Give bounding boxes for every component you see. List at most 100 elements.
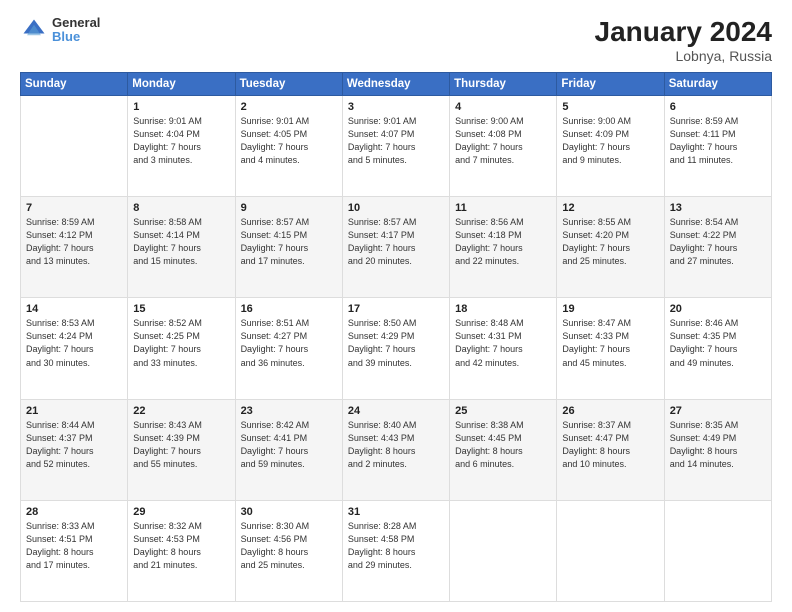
day-info: Sunrise: 8:40 AM Sunset: 4:43 PM Dayligh… [348, 419, 444, 471]
day-number: 17 [348, 303, 444, 315]
col-saturday: Saturday [664, 73, 771, 96]
calendar: Sunday Monday Tuesday Wednesday Thursday… [20, 72, 772, 602]
calendar-cell: 30Sunrise: 8:30 AM Sunset: 4:56 PM Dayli… [235, 500, 342, 601]
day-number: 6 [670, 101, 766, 113]
day-number: 15 [133, 303, 229, 315]
day-number: 26 [562, 405, 658, 417]
day-number: 9 [241, 202, 337, 214]
day-info: Sunrise: 8:38 AM Sunset: 4:45 PM Dayligh… [455, 419, 551, 471]
day-info: Sunrise: 9:01 AM Sunset: 4:04 PM Dayligh… [133, 115, 229, 167]
day-info: Sunrise: 8:54 AM Sunset: 4:22 PM Dayligh… [670, 216, 766, 268]
day-info: Sunrise: 8:56 AM Sunset: 4:18 PM Dayligh… [455, 216, 551, 268]
calendar-cell: 29Sunrise: 8:32 AM Sunset: 4:53 PM Dayli… [128, 500, 235, 601]
calendar-cell: 3Sunrise: 9:01 AM Sunset: 4:07 PM Daylig… [342, 96, 449, 197]
calendar-cell: 2 Sunrise: 9:01 AM Sunset: 4:05 PM Daylig… [235, 96, 342, 197]
day-number: 22 [133, 405, 229, 417]
calendar-week-5: 28 Sunrise: 8:33 AM Sunset: 4:51 PM Dayli… [21, 500, 772, 601]
calendar-cell: 19Sunrise: 8:47 AM Sunset: 4:33 PM Dayli… [557, 298, 664, 399]
day-info: Sunrise: 8:47 AM Sunset: 4:33 PM Dayligh… [562, 317, 658, 369]
day-info: Sunrise: 8:28 AM Sunset: 4:58 PM Dayligh… [348, 520, 444, 572]
calendar-week-1: 1 Sunrise: 9:01 AM Sunset: 4:04 PM Daylig… [21, 96, 772, 197]
day-info: Sunrise: 8:35 AM Sunset: 4:49 PM Dayligh… [670, 419, 766, 471]
col-sunday: Sunday [21, 73, 128, 96]
day-number: 8 [133, 202, 229, 214]
calendar-cell: 4 Sunrise: 9:00 AM Sunset: 4:08 PM Daylig… [450, 96, 557, 197]
day-number: 20 [670, 303, 766, 315]
day-info: Sunrise: 9:01 AM Sunset: 4:07 PM Dayligh… [348, 115, 444, 167]
day-number: 24 [348, 405, 444, 417]
calendar-table: Sunday Monday Tuesday Wednesday Thursday… [20, 72, 772, 602]
day-info: Sunrise: 8:50 AM Sunset: 4:29 PM Dayligh… [348, 317, 444, 369]
day-info: Sunrise: 8:37 AM Sunset: 4:47 PM Dayligh… [562, 419, 658, 471]
day-info: Sunrise: 8:59 AM Sunset: 4:11 PM Dayligh… [670, 115, 766, 167]
calendar-cell: 18 Sunrise: 8:48 AM Sunset: 4:31 PM Dayli… [450, 298, 557, 399]
header-row: Sunday Monday Tuesday Wednesday Thursday… [21, 73, 772, 96]
calendar-cell: 5 Sunrise: 9:00 AM Sunset: 4:09 PM Daylig… [557, 96, 664, 197]
calendar-cell: 15 Sunrise: 8:52 AM Sunset: 4:25 PM Dayli… [128, 298, 235, 399]
day-number: 23 [241, 405, 337, 417]
day-number: 4 [455, 101, 551, 113]
day-info: Sunrise: 8:44 AM Sunset: 4:37 PM Dayligh… [26, 419, 122, 471]
day-number: 7 [26, 202, 122, 214]
day-info: Sunrise: 8:32 AM Sunset: 4:53 PM Dayligh… [133, 520, 229, 572]
day-number: 30 [241, 506, 337, 518]
day-info: Sunrise: 8:52 AM Sunset: 4:25 PM Dayligh… [133, 317, 229, 369]
day-info: Sunrise: 8:33 AM Sunset: 4:51 PM Dayligh… [26, 520, 122, 572]
calendar-cell: 8 Sunrise: 8:58 AM Sunset: 4:14 PM Daylig… [128, 197, 235, 298]
header: General Blue January 2024 Lobnya, Russia [20, 16, 772, 64]
day-number: 31 [348, 506, 444, 518]
day-info: Sunrise: 8:48 AM Sunset: 4:31 PM Dayligh… [455, 317, 551, 369]
calendar-cell: 17 Sunrise: 8:50 AM Sunset: 4:29 PM Dayli… [342, 298, 449, 399]
day-number: 11 [455, 202, 551, 214]
calendar-cell: 20 Sunrise: 8:46 AM Sunset: 4:35 PM Dayli… [664, 298, 771, 399]
col-tuesday: Tuesday [235, 73, 342, 96]
day-info: Sunrise: 8:57 AM Sunset: 4:17 PM Dayligh… [348, 216, 444, 268]
month-year-title: January 2024 [595, 16, 772, 48]
calendar-cell: 6 Sunrise: 8:59 AM Sunset: 4:11 PM Daylig… [664, 96, 771, 197]
day-number: 2 [241, 101, 337, 113]
calendar-cell: 21 Sunrise: 8:44 AM Sunset: 4:37 PM Dayli… [21, 399, 128, 500]
logo-text: General Blue [52, 16, 100, 45]
calendar-cell [450, 500, 557, 601]
calendar-cell: 28 Sunrise: 8:33 AM Sunset: 4:51 PM Dayli… [21, 500, 128, 601]
calendar-week-4: 21 Sunrise: 8:44 AM Sunset: 4:37 PM Dayli… [21, 399, 772, 500]
day-number: 18 [455, 303, 551, 315]
calendar-cell: 16Sunrise: 8:51 AM Sunset: 4:27 PM Dayli… [235, 298, 342, 399]
logo-icon [20, 16, 48, 44]
day-info: Sunrise: 8:42 AM Sunset: 4:41 PM Dayligh… [241, 419, 337, 471]
calendar-cell: 14 Sunrise: 8:53 AM Sunset: 4:24 PM Dayli… [21, 298, 128, 399]
logo: General Blue [20, 16, 100, 45]
day-info: Sunrise: 9:00 AM Sunset: 4:08 PM Dayligh… [455, 115, 551, 167]
day-number: 27 [670, 405, 766, 417]
day-info: Sunrise: 8:53 AM Sunset: 4:24 PM Dayligh… [26, 317, 122, 369]
calendar-week-2: 7Sunrise: 8:59 AM Sunset: 4:12 PM Daylig… [21, 197, 772, 298]
day-number: 25 [455, 405, 551, 417]
day-number: 5 [562, 101, 658, 113]
col-thursday: Thursday [450, 73, 557, 96]
calendar-week-3: 14 Sunrise: 8:53 AM Sunset: 4:24 PM Dayli… [21, 298, 772, 399]
calendar-cell [664, 500, 771, 601]
calendar-cell: 11 Sunrise: 8:56 AM Sunset: 4:18 PM Dayli… [450, 197, 557, 298]
day-info: Sunrise: 8:58 AM Sunset: 4:14 PM Dayligh… [133, 216, 229, 268]
calendar-cell: 23 Sunrise: 8:42 AM Sunset: 4:41 PM Dayli… [235, 399, 342, 500]
calendar-cell: 1 Sunrise: 9:01 AM Sunset: 4:04 PM Daylig… [128, 96, 235, 197]
day-number: 16 [241, 303, 337, 315]
calendar-cell: 10Sunrise: 8:57 AM Sunset: 4:17 PM Dayli… [342, 197, 449, 298]
calendar-cell: 12Sunrise: 8:55 AM Sunset: 4:20 PM Dayli… [557, 197, 664, 298]
day-number: 21 [26, 405, 122, 417]
day-info: Sunrise: 9:00 AM Sunset: 4:09 PM Dayligh… [562, 115, 658, 167]
calendar-cell: 7Sunrise: 8:59 AM Sunset: 4:12 PM Daylig… [21, 197, 128, 298]
day-number: 14 [26, 303, 122, 315]
col-friday: Friday [557, 73, 664, 96]
location-subtitle: Lobnya, Russia [595, 48, 772, 64]
calendar-cell: 25 Sunrise: 8:38 AM Sunset: 4:45 PM Dayli… [450, 399, 557, 500]
day-number: 28 [26, 506, 122, 518]
day-number: 12 [562, 202, 658, 214]
calendar-cell: 9Sunrise: 8:57 AM Sunset: 4:15 PM Daylig… [235, 197, 342, 298]
day-info: Sunrise: 9:01 AM Sunset: 4:05 PM Dayligh… [241, 115, 337, 167]
calendar-cell: 31 Sunrise: 8:28 AM Sunset: 4:58 PM Dayli… [342, 500, 449, 601]
day-number: 1 [133, 101, 229, 113]
calendar-cell: 27 Sunrise: 8:35 AM Sunset: 4:49 PM Dayli… [664, 399, 771, 500]
day-info: Sunrise: 8:46 AM Sunset: 4:35 PM Dayligh… [670, 317, 766, 369]
calendar-cell: 13Sunrise: 8:54 AM Sunset: 4:22 PM Dayli… [664, 197, 771, 298]
